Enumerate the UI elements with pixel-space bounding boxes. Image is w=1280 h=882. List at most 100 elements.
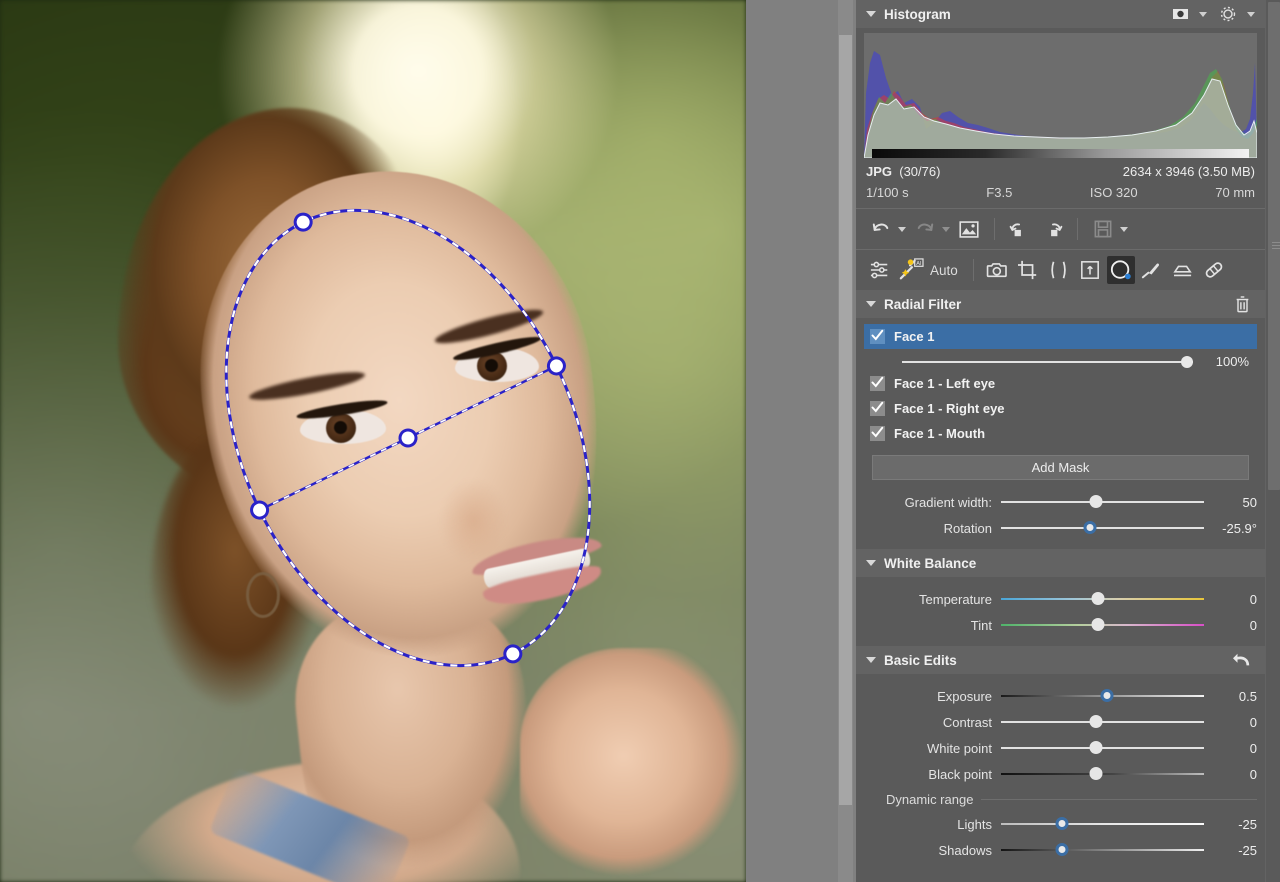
mask-checkbox[interactable] [870,329,885,344]
radial-filter-title: Radial Filter [884,296,962,312]
slider-track[interactable] [1001,521,1204,534]
histogram-channel-icon[interactable] [1167,1,1193,27]
slider-value: -25 [1238,816,1257,832]
histogram-channel-dropdown-icon[interactable] [1199,11,1207,17]
rotate-right-icon[interactable] [1039,216,1065,242]
chevron-down-icon[interactable] [866,560,876,566]
trash-icon[interactable] [1229,291,1255,317]
save-icon[interactable] [1090,216,1116,242]
slider-track[interactable] [1001,767,1204,780]
photo-editor-window: Histogram JPG (30/76) 2634 x 3946 (3.50 … [0,0,1280,882]
slider-white-point: White point 0 [864,735,1257,761]
scrollbar-grip-icon [1272,242,1280,249]
slider-label: Contrast [942,714,992,730]
healing-brush-icon[interactable] [1200,256,1228,284]
histogram-settings-dropdown-icon[interactable] [1247,11,1255,17]
mask-row-right-eye[interactable]: Face 1 - Right eye [864,396,1257,421]
image-icon[interactable] [956,216,982,242]
histogram-section-header[interactable]: Histogram [856,0,1265,28]
mask-checkbox[interactable] [870,401,885,416]
slider-label: Lights [957,816,992,832]
camera-icon[interactable] [983,256,1011,284]
slider-value: -25 [1238,842,1257,858]
slider-knob[interactable] [1055,843,1069,856]
canvas-vertical-scrollbar[interactable] [838,0,853,882]
reset-arrow-icon[interactable] [1229,647,1255,673]
slider-value: 0 [1249,591,1257,607]
crop-icon[interactable] [1014,256,1042,284]
slider-knob[interactable] [1083,521,1097,534]
slider-knob[interactable] [1091,592,1105,605]
perspective-icon[interactable] [1045,256,1073,284]
undo-icon[interactable] [868,216,894,242]
svg-text:AI: AI [916,261,922,267]
gear-icon[interactable] [1215,1,1241,27]
white-balance-section-header[interactable]: White Balance [856,549,1265,577]
slider-knob[interactable] [1089,741,1103,754]
slider-track[interactable] [1001,715,1204,728]
slider-label: Temperature [919,591,992,607]
panel-vertical-scrollbar[interactable] [1265,0,1280,882]
chevron-down-icon[interactable] [866,11,876,17]
exif-focal: 70 mm [1215,185,1255,200]
slider-black-point: Black point 0 [864,761,1257,787]
panel-scrollbar-thumb[interactable] [1268,2,1280,490]
mask-row-mouth[interactable]: Face 1 - Mouth [864,421,1257,446]
slider-knob[interactable] [1055,817,1069,830]
canvas-scrollbar-thumb[interactable] [839,35,852,805]
undo-dropdown-icon[interactable] [898,226,906,232]
redo-icon[interactable] [912,216,938,242]
slider-knob[interactable] [1089,495,1103,508]
slider-knob[interactable] [1091,618,1105,631]
white-balance-title: White Balance [884,555,977,571]
mask-opacity-slider[interactable] [902,355,1193,368]
slider-label: Gradient width: [904,494,992,510]
rotate-left-icon[interactable] [1007,216,1033,242]
slider-track[interactable] [1001,817,1204,830]
slider-value: 0 [1249,617,1257,633]
auto-label: Auto [930,262,958,278]
exif-iso: ISO 320 [1089,185,1138,200]
mask-label: Face 1 - Mouth [894,426,986,441]
slider-rotation: Rotation -25.9° [864,515,1257,541]
slider-label: Shadows [938,842,992,858]
save-dropdown-icon[interactable] [1120,226,1128,232]
chevron-down-icon[interactable] [866,657,876,663]
brush-icon[interactable] [1138,256,1166,284]
slider-track[interactable] [1001,495,1204,508]
slider-track[interactable] [1001,592,1204,605]
slider-track[interactable] [1001,618,1204,631]
add-mask-button[interactable]: Add Mask [872,455,1249,480]
slider-track[interactable] [1001,843,1204,856]
image-canvas[interactable] [0,0,856,882]
histogram-graph [863,33,1258,159]
adjustments-icon[interactable] [866,256,894,284]
mask-opacity-knob[interactable] [1181,355,1193,368]
slider-tint: Tint 0 [864,612,1257,638]
basic-edits-section-header[interactable]: Basic Edits [856,646,1265,674]
gradient-filter-icon[interactable] [1169,256,1197,284]
mask-checkbox[interactable] [870,376,885,391]
exif-shutter: 1/100 s [866,185,909,200]
radial-filter-section-header[interactable]: Radial Filter [856,290,1265,318]
slider-track[interactable] [1001,689,1204,702]
mask-checkbox[interactable] [870,426,885,441]
radial-filter-icon[interactable] [1106,256,1135,284]
mask-label: Face 1 - Left eye [894,376,996,391]
basic-edits-sliders: Exposure 0.5 Contrast 0 White point 0 Bl… [856,674,1265,871]
slider-track[interactable] [1001,741,1204,754]
slider-shadows: Shadows -25 [864,837,1257,863]
chevron-down-icon[interactable] [866,301,876,307]
photo-preview[interactable] [0,0,746,882]
redo-dropdown-icon[interactable] [942,226,950,232]
dynamic-range-subsection: Dynamic range [864,787,1257,811]
mask-row-left-eye[interactable]: Face 1 - Left eye [864,371,1257,396]
right-sidebar: Histogram JPG (30/76) 2634 x 3946 (3.50 … [856,0,1280,882]
mask-opacity-value: 100% [1215,354,1249,369]
straighten-icon[interactable] [1076,256,1104,284]
slider-knob[interactable] [1089,715,1103,728]
ai-auto-icon[interactable]: AI [897,256,925,284]
mask-row-face-1[interactable]: Face 1 [864,324,1257,349]
slider-knob[interactable] [1100,689,1114,702]
slider-knob[interactable] [1089,767,1103,780]
